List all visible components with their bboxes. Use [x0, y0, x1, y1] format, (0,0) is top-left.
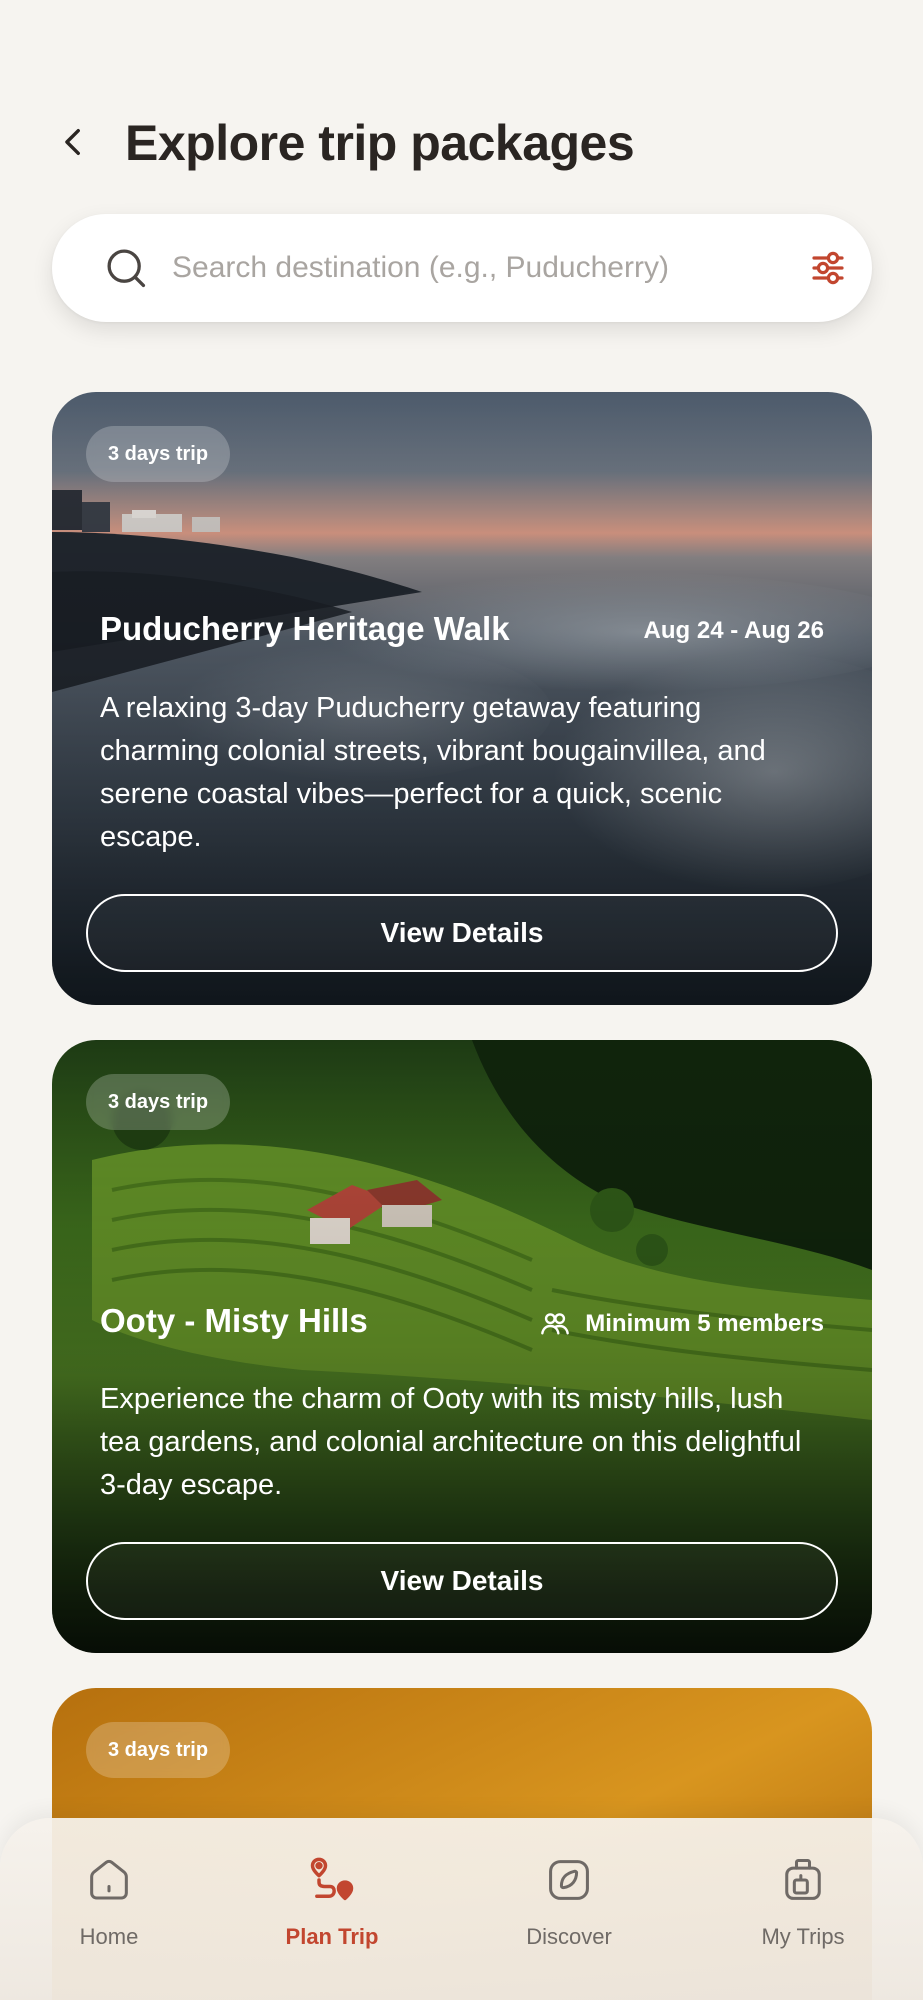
group-icon: [541, 1313, 570, 1335]
package-title: Ooty - Misty Hills: [100, 1302, 368, 1339]
package-card-ooty[interactable]: 3 days trip Ooty - Misty Hills Minimum 5…: [52, 1040, 872, 1653]
duration-badge: 3 days trip: [86, 1722, 231, 1778]
chevron-left-icon: [65, 128, 80, 156]
compass-icon: [549, 1860, 589, 1900]
home-icon: [90, 1859, 128, 1900]
package-description: Experience the charm of Ooty with its mi…: [100, 1383, 802, 1501]
search-input[interactable]: [172, 238, 752, 298]
luggage-icon: [785, 1858, 821, 1900]
package-description: A relaxing 3-day Puducherry getaway feat…: [100, 692, 766, 853]
nav-discover[interactable]: Discover: [479, 1854, 659, 1964]
package-dates: Aug 24 - Aug 26: [644, 617, 824, 645]
date-range: Aug 24 - Aug 26: [643, 617, 824, 644]
nav-label: Home: [79, 1924, 139, 1949]
sliders-icon: [812, 251, 844, 285]
search-bar: [52, 214, 872, 322]
package-group-size: Minimum 5 members: [539, 1308, 824, 1340]
nav-label: Discover: [526, 1924, 612, 1949]
search-icon: [107, 249, 146, 288]
view-details-button[interactable]: View Details: [86, 894, 838, 972]
nav-my-trips[interactable]: My Trips: [713, 1854, 893, 1964]
back-button[interactable]: [50, 118, 98, 166]
duration-badge: 3 days trip: [86, 1074, 231, 1130]
nav-label: My Trips: [761, 1924, 845, 1949]
view-details-button[interactable]: View Details: [86, 1542, 838, 1620]
bottom-navigation: Home Plan Trip Discover My Trips: [0, 1818, 923, 2000]
route-icon: [310, 1857, 354, 1901]
page-header: Explore trip packages: [0, 100, 923, 184]
nav-label: Plan Trip: [285, 1924, 379, 1949]
page-title: Explore trip packages: [125, 115, 635, 171]
nav-plan-trip[interactable]: Plan Trip: [242, 1854, 422, 1964]
package-title: Puducherry Heritage Walk: [100, 610, 510, 647]
duration-badge: 3 days trip: [86, 426, 231, 482]
group-size-label: Minimum 5 members: [585, 1310, 824, 1337]
nav-home[interactable]: Home: [19, 1854, 199, 1964]
package-card-puducherry[interactable]: 3 days trip Puducherry Heritage Walk Aug…: [52, 392, 872, 1005]
filter-button[interactable]: [804, 244, 852, 292]
